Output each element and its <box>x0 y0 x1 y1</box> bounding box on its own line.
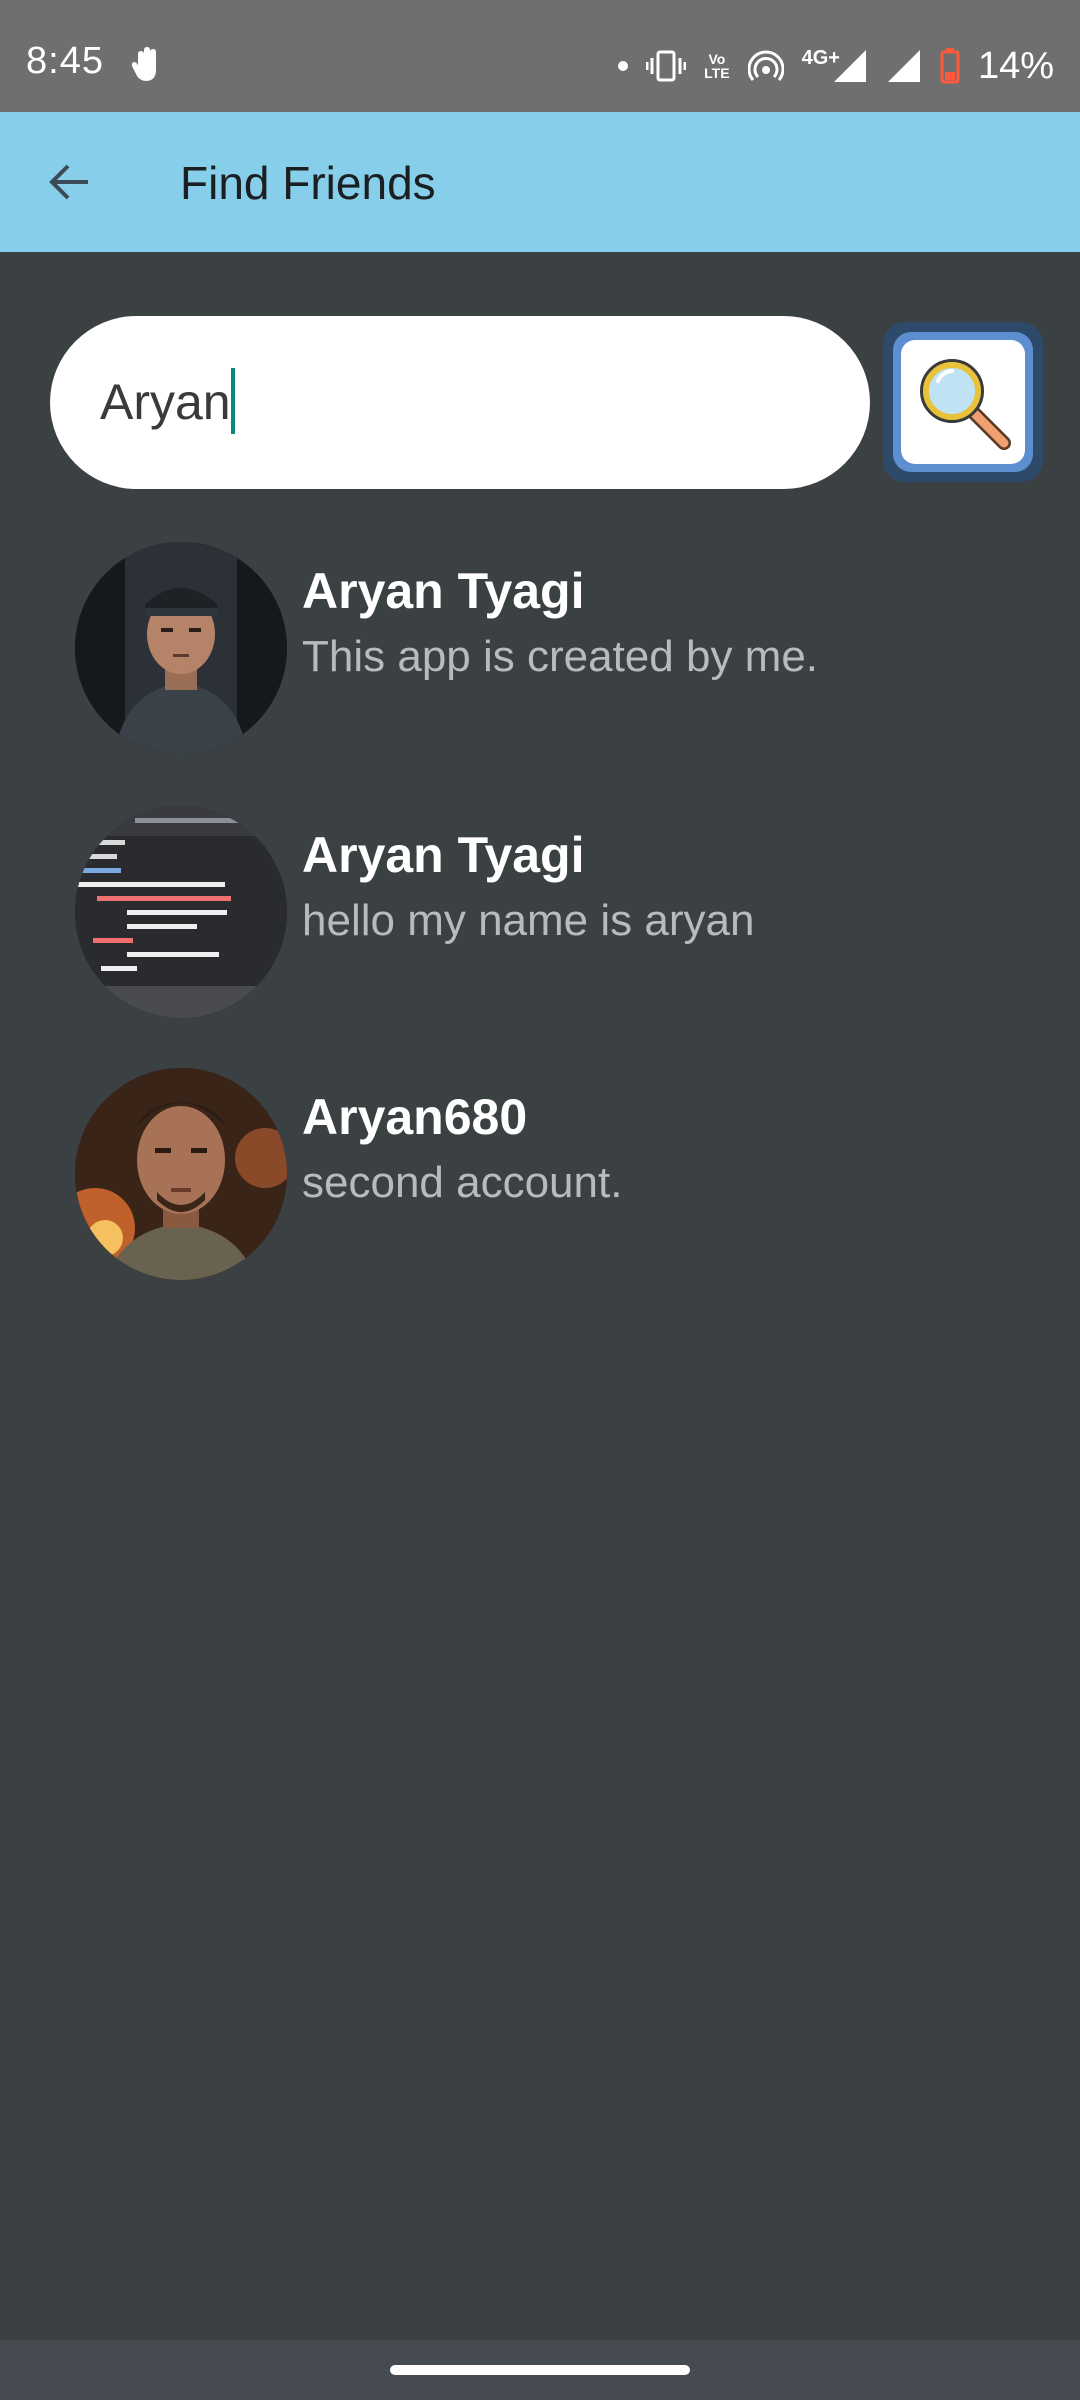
battery-icon <box>940 48 960 84</box>
volte-bottom-label: LTE <box>704 65 730 81</box>
home-gesture-handle[interactable] <box>390 2365 690 2375</box>
vibrate-icon <box>646 49 687 83</box>
friend-name: Aryan680 <box>302 1089 528 1145</box>
system-navigation-bar <box>0 2340 1080 2400</box>
arrow-back-icon <box>49 164 88 200</box>
search-field-container <box>50 316 870 489</box>
avatar <box>75 542 287 754</box>
notification-dot-icon <box>618 61 629 71</box>
list-item[interactable]: Aryan Tyagi This app is created by me. <box>0 536 1080 756</box>
search-button[interactable] <box>883 322 1043 482</box>
friend-name: Aryan Tyagi <box>302 827 585 883</box>
avatar <box>75 1068 287 1280</box>
friend-status: hello my name is aryan <box>302 896 755 945</box>
status-time: 8:45 <box>26 40 104 82</box>
gesture-icon <box>130 44 164 84</box>
hotspot-icon <box>747 50 784 82</box>
avatar <box>75 806 287 1018</box>
status-bar: 8:45 Vo LTE 4G+ 14% <box>0 0 1080 112</box>
friend-status: second account. <box>302 1158 623 1207</box>
magnifier-icon <box>920 359 1011 450</box>
battery-percentage: 14% <box>977 44 1054 87</box>
app-bar: Find Friends <box>0 112 1080 252</box>
friend-name: Aryan Tyagi <box>302 563 585 619</box>
page-title: Find Friends <box>180 157 436 209</box>
volte-icon: Vo LTE <box>704 52 729 80</box>
signal-icon: 4G+ <box>802 47 868 84</box>
back-button[interactable] <box>36 148 104 216</box>
list-item[interactable]: Aryan Tyagi hello my name is aryan <box>0 800 1080 1020</box>
text-cursor <box>231 368 235 434</box>
signal-icon-2 <box>886 48 922 84</box>
list-item[interactable]: Aryan680 second account. <box>0 1062 1080 1282</box>
friend-status: This app is created by me. <box>302 632 819 681</box>
search-input[interactable] <box>100 366 820 438</box>
